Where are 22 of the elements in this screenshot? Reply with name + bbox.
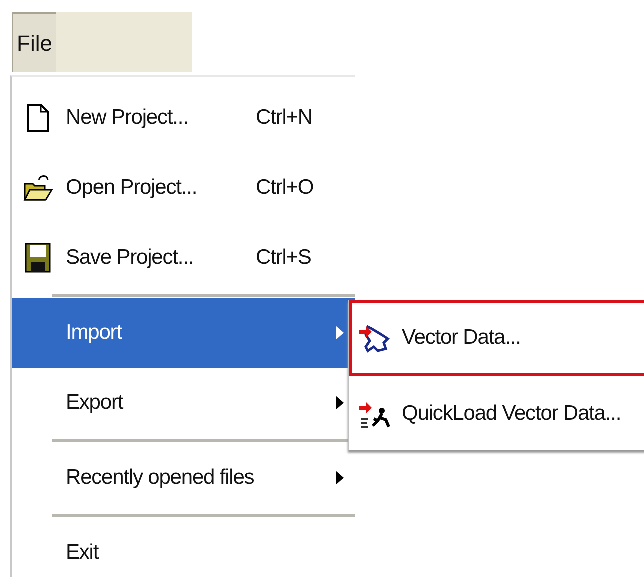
menu-label: New Project... bbox=[66, 105, 190, 132]
menu-label: Recently opened files bbox=[66, 465, 256, 492]
shortcut-label: Ctrl+O bbox=[256, 176, 314, 200]
menu-label: Vector Data... bbox=[402, 325, 521, 352]
floppy-icon bbox=[25, 243, 51, 273]
menu-label: Import bbox=[66, 320, 124, 346]
shortcut-label: Ctrl+N bbox=[256, 106, 312, 130]
file-menu[interactable]: File bbox=[12, 12, 56, 72]
menu-item[interactable]: Open Project... Ctrl+O bbox=[12, 153, 355, 223]
menu-label: Save Project... bbox=[66, 245, 195, 272]
menu-item[interactable]: New Project... Ctrl+N bbox=[12, 83, 355, 153]
menu-label: QuickLoad Vector Data... bbox=[402, 401, 622, 428]
shortcut-label: Ctrl+S bbox=[256, 246, 312, 270]
menu-label: Exit bbox=[66, 540, 100, 566]
menu-item[interactable]: Import bbox=[12, 298, 355, 368]
menu-label: Export bbox=[66, 390, 124, 416]
menu-item[interactable]: Save Project... Ctrl+S bbox=[12, 223, 355, 293]
submenu-item[interactable]: Vector Data... bbox=[349, 300, 644, 376]
folder-icon bbox=[23, 174, 53, 202]
menu-label: Open Project... bbox=[66, 175, 198, 202]
page-icon bbox=[26, 103, 50, 133]
menu-item[interactable]: Exit bbox=[12, 518, 355, 577]
